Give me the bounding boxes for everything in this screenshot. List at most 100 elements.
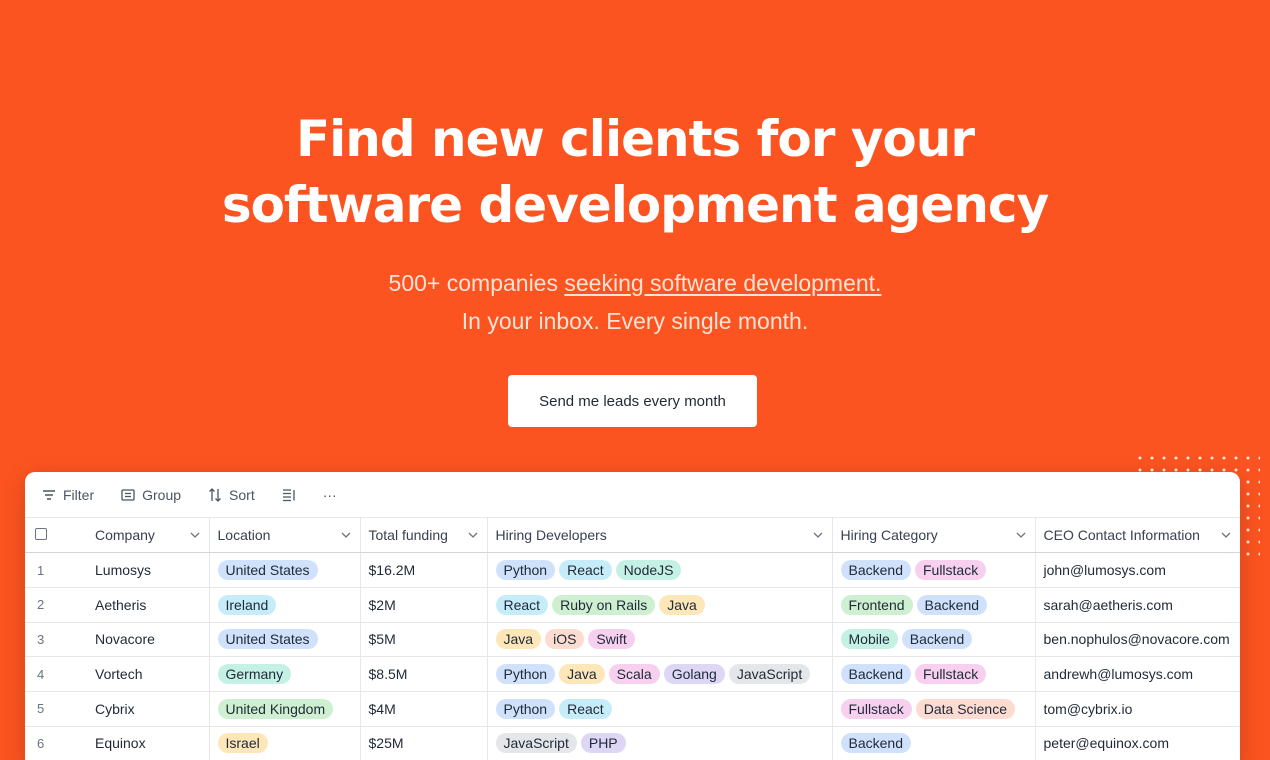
column-header-hiring-category[interactable]: Hiring Category [832, 518, 1036, 554]
sort-button[interactable]: Sort [207, 487, 255, 503]
tag: Java [559, 664, 605, 685]
chevron-down-icon[interactable] [467, 529, 479, 541]
company-cell[interactable]: Aetheris [87, 587, 210, 623]
group-icon [121, 488, 135, 501]
hiring-category-cell[interactable]: Backend Fullstack [832, 656, 1036, 692]
send-leads-button[interactable]: Send me leads every month [508, 375, 757, 427]
chevron-down-icon[interactable] [1015, 529, 1027, 541]
chevron-down-icon[interactable] [812, 529, 824, 541]
tag: JavaScript [495, 733, 577, 754]
hero-sub-prefix: 500+ companies [388, 270, 565, 296]
column-header-ceo-contact[interactable]: CEO Contact Information [1035, 518, 1240, 554]
table-header-row: Company Location Total funding Hiring De… [25, 518, 1240, 554]
row-number: 5 [37, 701, 45, 717]
company-name: Lumosys [95, 562, 152, 579]
funding-value: $8.5M [368, 666, 408, 683]
company-name: Novacore [95, 631, 155, 648]
row-number-cell[interactable]: 4 [25, 656, 87, 692]
location-cell[interactable]: United States [209, 622, 361, 658]
hiring-developers-cell[interactable]: Python Java Scala Golang JavaScript [487, 656, 833, 692]
filter-button[interactable]: Filter [41, 487, 94, 503]
ceo-contact-cell[interactable]: john@lumosys.com [1035, 552, 1240, 588]
funding-cell[interactable]: $4M [360, 691, 488, 727]
column-header-hiring-developers[interactable]: Hiring Developers [487, 518, 833, 554]
funding-cell[interactable]: $16.2M [360, 552, 488, 588]
tag: Ruby on Rails [552, 594, 656, 615]
hiring-developers-cell[interactable]: React Ruby on Rails Java [487, 587, 833, 623]
chevron-down-icon[interactable] [340, 529, 352, 541]
tag: NodeJS [615, 560, 682, 581]
company-cell[interactable]: Lumosys [87, 552, 210, 588]
ceo-contact-cell[interactable]: tom@cybrix.io [1035, 691, 1240, 727]
hero-title: Find new clients for your software devel… [0, 106, 1270, 238]
row-height-button[interactable] [281, 487, 297, 503]
leads-table: Company Location Total funding Hiring De… [25, 518, 1240, 760]
row-number-cell[interactable]: 3 [25, 622, 87, 658]
select-all-checkbox[interactable] [35, 528, 47, 541]
tag: Scala [608, 664, 660, 685]
row-number: 4 [37, 666, 45, 682]
company-cell[interactable]: Equinox [87, 726, 210, 760]
ceo-contact-cell[interactable]: andrewh@lumosys.com [1035, 656, 1240, 692]
ceo-contact-cell[interactable]: ben.nophulos@novacore.com [1035, 622, 1240, 658]
filter-label: Filter [63, 486, 95, 503]
ceo-email: sarah@aetheris.com [1043, 596, 1173, 613]
filter-icon [43, 489, 55, 500]
ceo-contact-cell[interactable]: sarah@aetheris.com [1035, 587, 1240, 623]
table-row[interactable]: 6 Equinox Israel $25M JavaScript PHP Backend pe… [25, 726, 1240, 760]
ceo-email: john@lumosys.com [1043, 562, 1166, 579]
company-cell[interactable]: Cybrix [87, 691, 210, 727]
company-cell[interactable]: Vortech [87, 656, 210, 692]
funding-cell[interactable]: $5M [360, 622, 488, 658]
hiring-developers-cell[interactable]: Java iOS Swift [487, 622, 833, 658]
funding-cell[interactable]: $25M [360, 726, 488, 760]
location-cell[interactable]: Germany [209, 656, 361, 692]
row-number-cell[interactable]: 5 [25, 691, 87, 727]
funding-cell[interactable]: $8.5M [360, 656, 488, 692]
location-cell[interactable]: United Kingdom [209, 691, 361, 727]
row-number-cell[interactable]: 6 [25, 726, 87, 760]
tag: JavaScript [728, 664, 811, 685]
hero-subtitle-line2: In your inbox. Every single month. [461, 308, 809, 334]
column-label: Hiring Developers [495, 527, 607, 544]
row-number: 1 [37, 562, 45, 578]
funding-value: $4M [368, 700, 396, 717]
table-row[interactable]: 3 Novacore United States $5M Java iOS Swift Mob… [25, 622, 1240, 658]
hiring-developers-cell[interactable]: Python React NodeJS [487, 552, 833, 588]
group-button[interactable]: Group [120, 487, 181, 503]
company-name: Cybrix [95, 700, 135, 717]
location-cell[interactable]: Ireland [209, 587, 361, 623]
funding-value: $16.2M [368, 562, 416, 579]
column-label: Company [95, 527, 155, 544]
hiring-category-cell[interactable]: Backend [832, 726, 1036, 760]
hiring-developers-cell[interactable]: Python React [487, 691, 833, 727]
more-options-button[interactable]: ··· [323, 487, 337, 503]
column-header-company[interactable]: Company [87, 518, 210, 554]
ceo-email: ben.nophulos@novacore.com [1043, 631, 1230, 648]
tag: Python [495, 698, 556, 719]
tag: Java [495, 629, 542, 650]
hiring-category-cell[interactable]: Backend Fullstack [832, 552, 1036, 588]
chevron-down-icon[interactable] [1220, 529, 1232, 541]
column-header-location[interactable]: Location [209, 518, 361, 554]
table-row[interactable]: 2 Aetheris Ireland $2M React Ruby on Rails Jav… [25, 587, 1240, 623]
hiring-category-cell[interactable]: Mobile Backend [832, 622, 1036, 658]
funding-cell[interactable]: $2M [360, 587, 488, 623]
column-header-funding[interactable]: Total funding [360, 518, 488, 554]
table-row[interactable]: 5 Cybrix United Kingdom $4M Python React Fulls… [25, 691, 1240, 727]
column-label: Hiring Category [840, 527, 938, 544]
chevron-down-icon[interactable] [189, 529, 201, 541]
company-cell[interactable]: Novacore [87, 622, 210, 658]
row-number-cell[interactable]: 2 [25, 587, 87, 623]
hiring-category-cell[interactable]: Frontend Backend [832, 587, 1036, 623]
table-row[interactable]: 4 Vortech Germany $8.5M Python Java Scala Golan… [25, 656, 1240, 692]
hiring-developers-cell[interactable]: JavaScript PHP [487, 726, 833, 760]
table-row[interactable]: 1 Lumosys United States $16.2M Python React No… [25, 552, 1240, 588]
hiring-category-cell[interactable]: Fullstack Data Science [832, 691, 1036, 727]
location-cell[interactable]: Israel [209, 726, 361, 760]
tag: iOS [545, 629, 585, 650]
location-cell[interactable]: United States [209, 552, 361, 588]
seeking-link[interactable]: seeking software development. [564, 270, 881, 296]
row-number-cell[interactable]: 1 [25, 552, 87, 588]
ceo-contact-cell[interactable]: peter@equinox.com [1035, 726, 1240, 760]
